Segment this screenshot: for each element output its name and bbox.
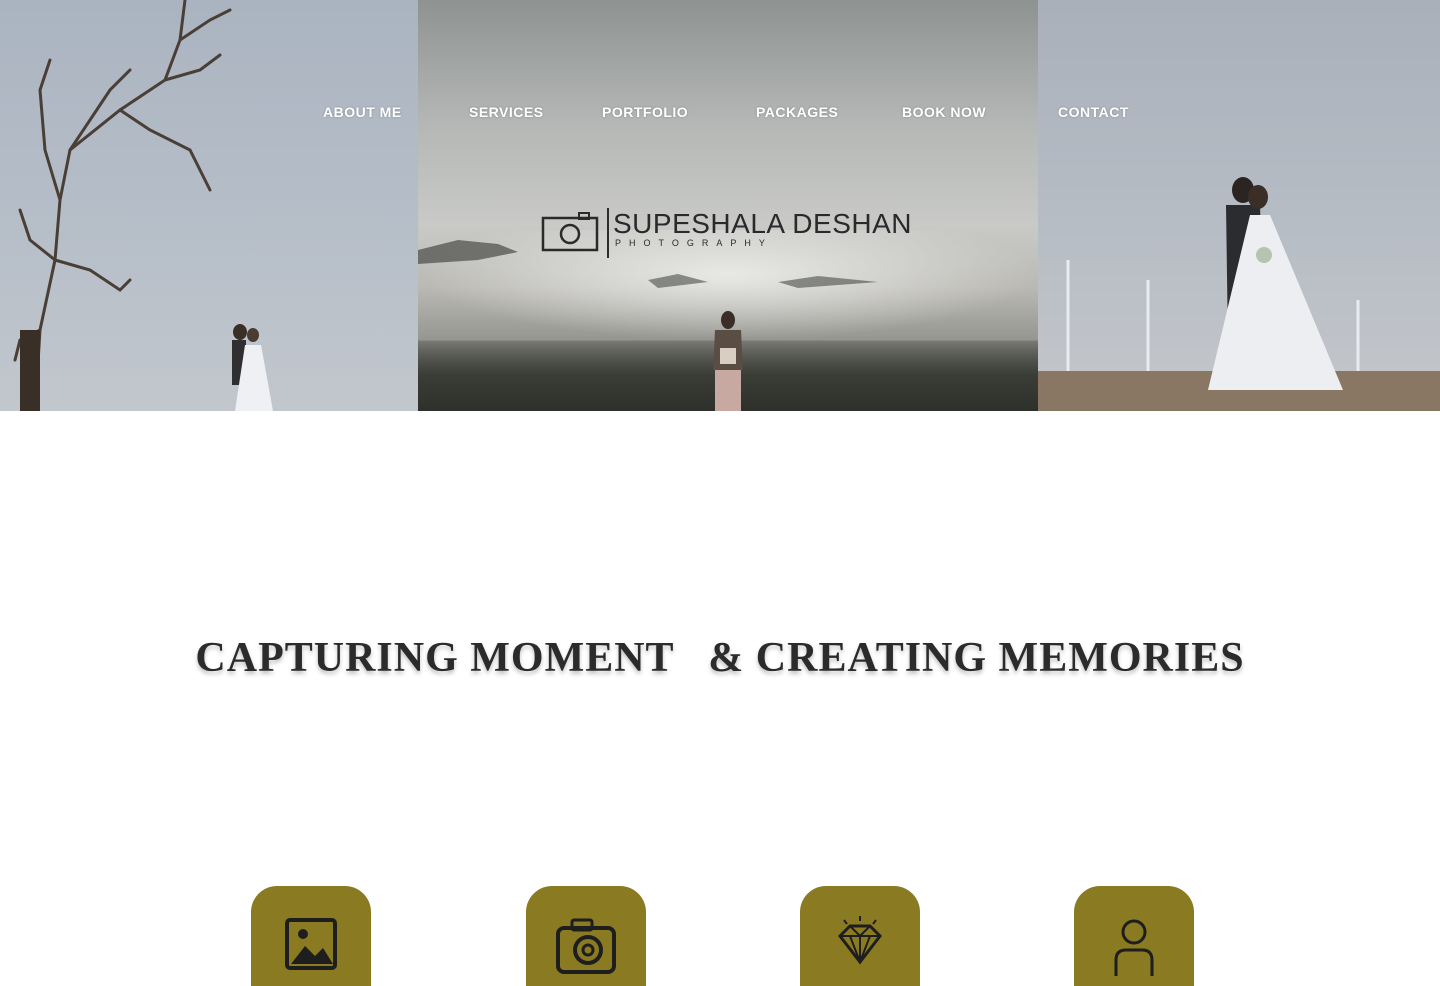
service-tile-diamond[interactable] [800,886,920,986]
hero-photo-right [1038,0,1440,411]
logo-name: SUPESHALA DESHAN [613,208,912,239]
person-figure-center [713,311,743,411]
nav-book-now[interactable]: BOOK NOW [902,98,986,126]
logo-divider [607,208,609,258]
couple-figure-left [232,324,273,411]
hero-photo-left [0,0,418,411]
brand-logo[interactable]: SUPESHALA DESHAN PHOTOGRAPHY [541,206,931,258]
nav-portfolio[interactable]: PORTFOLIO [602,98,688,126]
gallery-icon [285,918,337,970]
nav-packages[interactable]: PACKAGES [756,98,838,126]
camera-logo-icon [541,212,599,252]
hero-banner: ABOUT ME SERVICES PORTFOLIO PACKAGES BOO… [0,0,1440,411]
nav-about-me[interactable]: ABOUT ME [323,98,402,126]
main-nav: ABOUT ME SERVICES PORTFOLIO PACKAGES BOO… [0,98,1440,128]
camera-icon [556,918,616,974]
person-icon [1114,919,1154,976]
service-tile-camera[interactable] [526,886,646,986]
nav-contact[interactable]: CONTACT [1058,98,1129,126]
page-tagline: CAPTURING MOMENT & CREATING MEMORIES [195,635,1245,681]
nav-services[interactable]: SERVICES [469,98,544,126]
couple-figure-right [1208,177,1343,390]
logo-subtitle: PHOTOGRAPHY [615,238,773,248]
diamond-icon [838,916,882,965]
service-tile-gallery[interactable] [251,886,371,986]
service-tile-person[interactable] [1074,886,1194,986]
tree-illustration [13,0,232,411]
